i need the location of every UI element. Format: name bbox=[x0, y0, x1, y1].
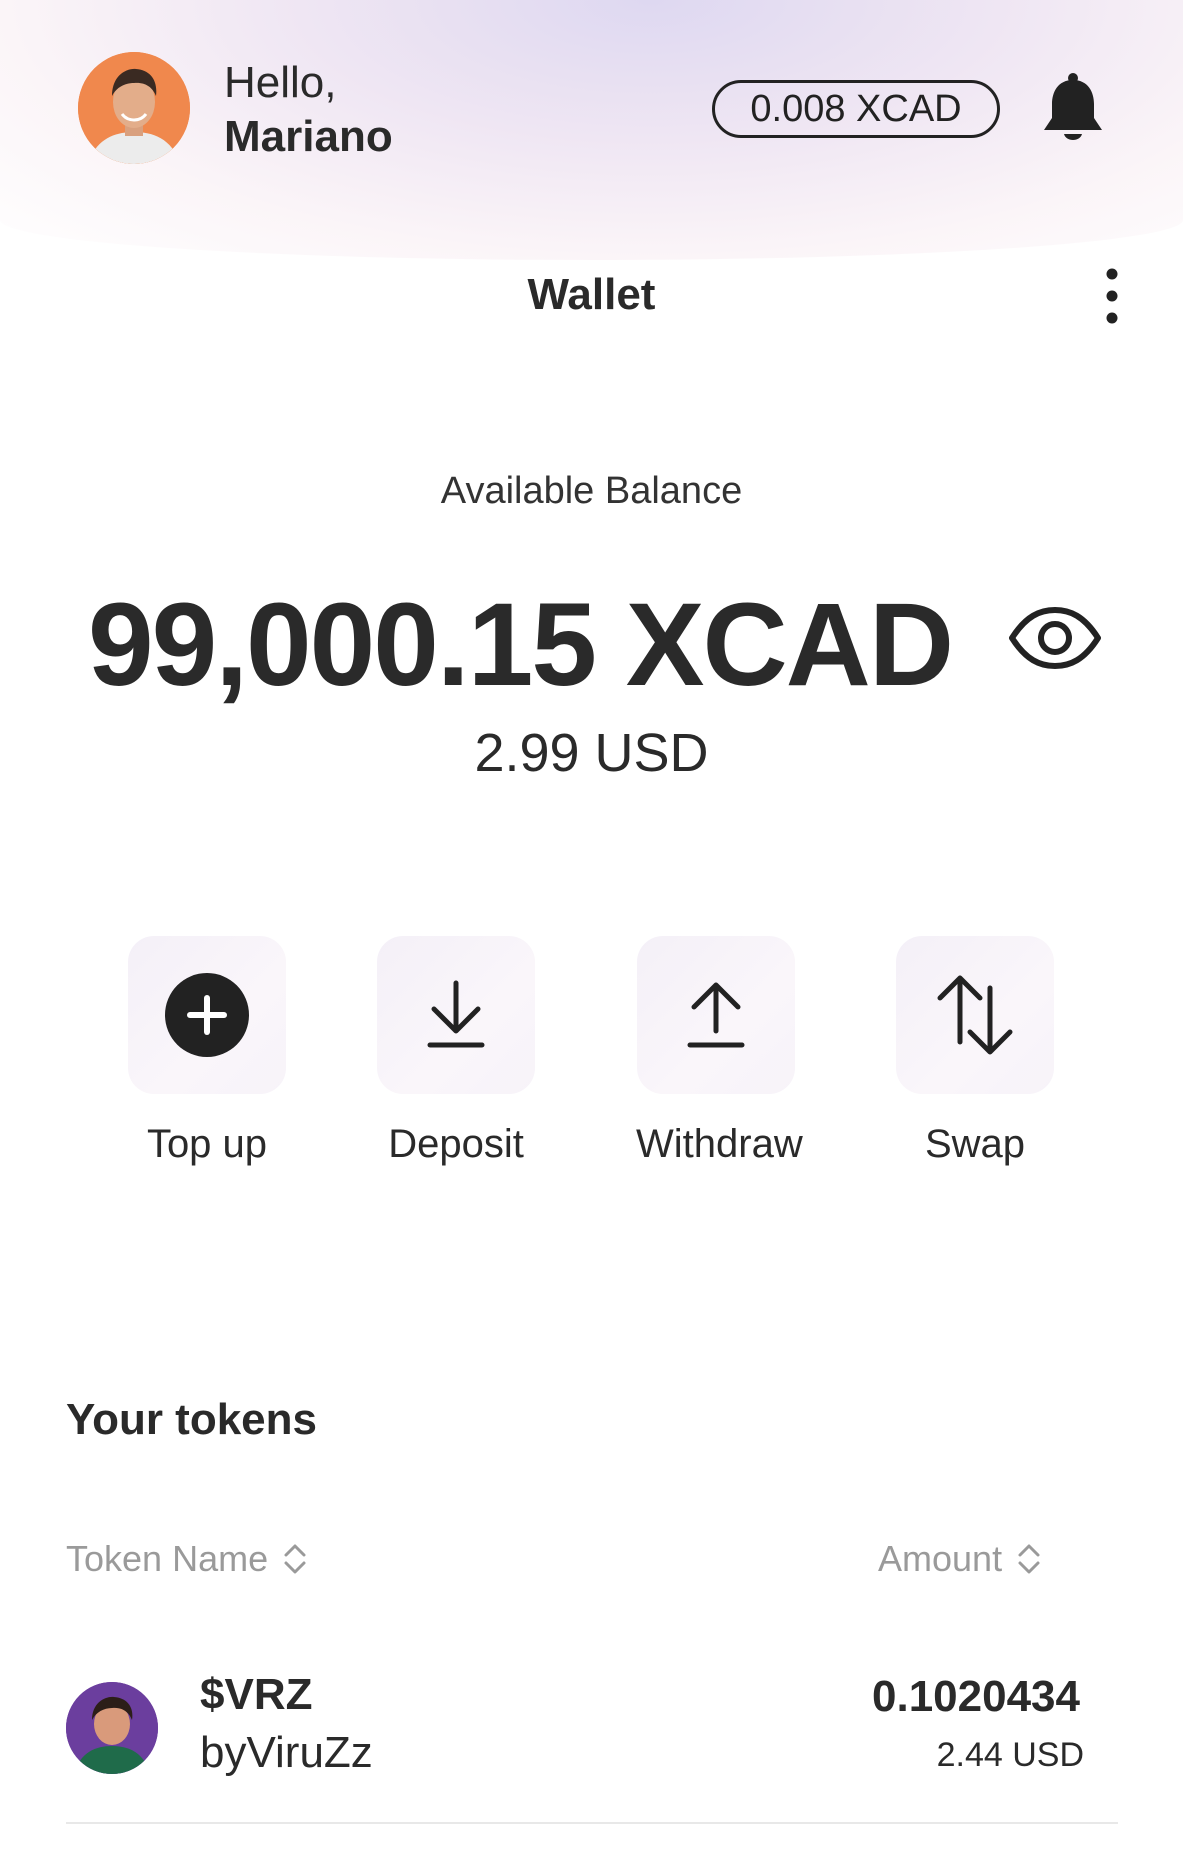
greeting: Hello, Mariano bbox=[224, 56, 393, 164]
divider bbox=[66, 1822, 1118, 1824]
eye-icon[interactable] bbox=[1008, 606, 1102, 670]
tokens-section-title: Your tokens bbox=[66, 1395, 318, 1444]
withdraw-tile[interactable] bbox=[637, 936, 795, 1094]
more-options-icon[interactable] bbox=[1100, 266, 1124, 326]
token-name-header-label: Token Name bbox=[66, 1538, 269, 1579]
top-up-tile[interactable] bbox=[128, 936, 286, 1094]
token-usd-value: 2.44 USD bbox=[936, 1736, 1084, 1774]
top-up-label: Top up bbox=[146, 1122, 268, 1166]
sort-icon bbox=[1018, 1544, 1040, 1574]
withdraw-label: Withdraw bbox=[636, 1122, 803, 1166]
available-balance-label: Available Balance bbox=[440, 470, 743, 512]
swap-arrows-icon bbox=[937, 975, 1013, 1055]
greeting-text: Hello, bbox=[224, 58, 337, 107]
amount-column-header[interactable]: Amount bbox=[878, 1538, 1042, 1580]
balance-usd: 2.99 USD bbox=[474, 723, 709, 783]
swap-label: Swap bbox=[924, 1122, 1026, 1166]
plus-circle-icon bbox=[165, 973, 249, 1057]
sort-icon bbox=[284, 1544, 306, 1574]
token-avatar bbox=[66, 1682, 158, 1774]
upload-icon bbox=[687, 982, 745, 1048]
withdraw-button[interactable]: Withdraw bbox=[636, 936, 803, 1167]
xcad-balance-pill[interactable]: 0.008 XCAD bbox=[712, 80, 1000, 138]
top-up-button[interactable]: Top up bbox=[127, 936, 287, 1167]
deposit-button[interactable]: Deposit bbox=[376, 936, 536, 1167]
bell-icon[interactable] bbox=[1040, 72, 1106, 146]
wallet-screen: Hello, Mariano 0.008 XCAD Wallet Availab… bbox=[0, 0, 1183, 1860]
token-amount: 0.1020434 bbox=[872, 1672, 1080, 1721]
user-name: Mariano bbox=[224, 112, 393, 161]
token-symbol: $VRZ bbox=[200, 1670, 313, 1719]
token-creator-name: byViruZz bbox=[200, 1728, 373, 1777]
swap-button[interactable]: Swap bbox=[895, 936, 1055, 1167]
balance-amount: 99,000.15 XCAD bbox=[88, 579, 954, 711]
download-icon bbox=[427, 980, 485, 1048]
swap-tile[interactable] bbox=[896, 936, 1054, 1094]
token-name-column-header[interactable]: Token Name bbox=[66, 1538, 308, 1580]
token-row[interactable]: $VRZ byViruZz 0.1020434 2.44 USD bbox=[66, 1670, 1118, 1820]
xcad-balance-pill-label: 0.008 XCAD bbox=[750, 87, 962, 130]
user-avatar[interactable] bbox=[78, 52, 190, 164]
deposit-tile[interactable] bbox=[377, 936, 535, 1094]
page-title: Wallet bbox=[527, 270, 656, 319]
deposit-label: Deposit bbox=[388, 1122, 524, 1166]
amount-header-label: Amount bbox=[878, 1538, 1003, 1579]
